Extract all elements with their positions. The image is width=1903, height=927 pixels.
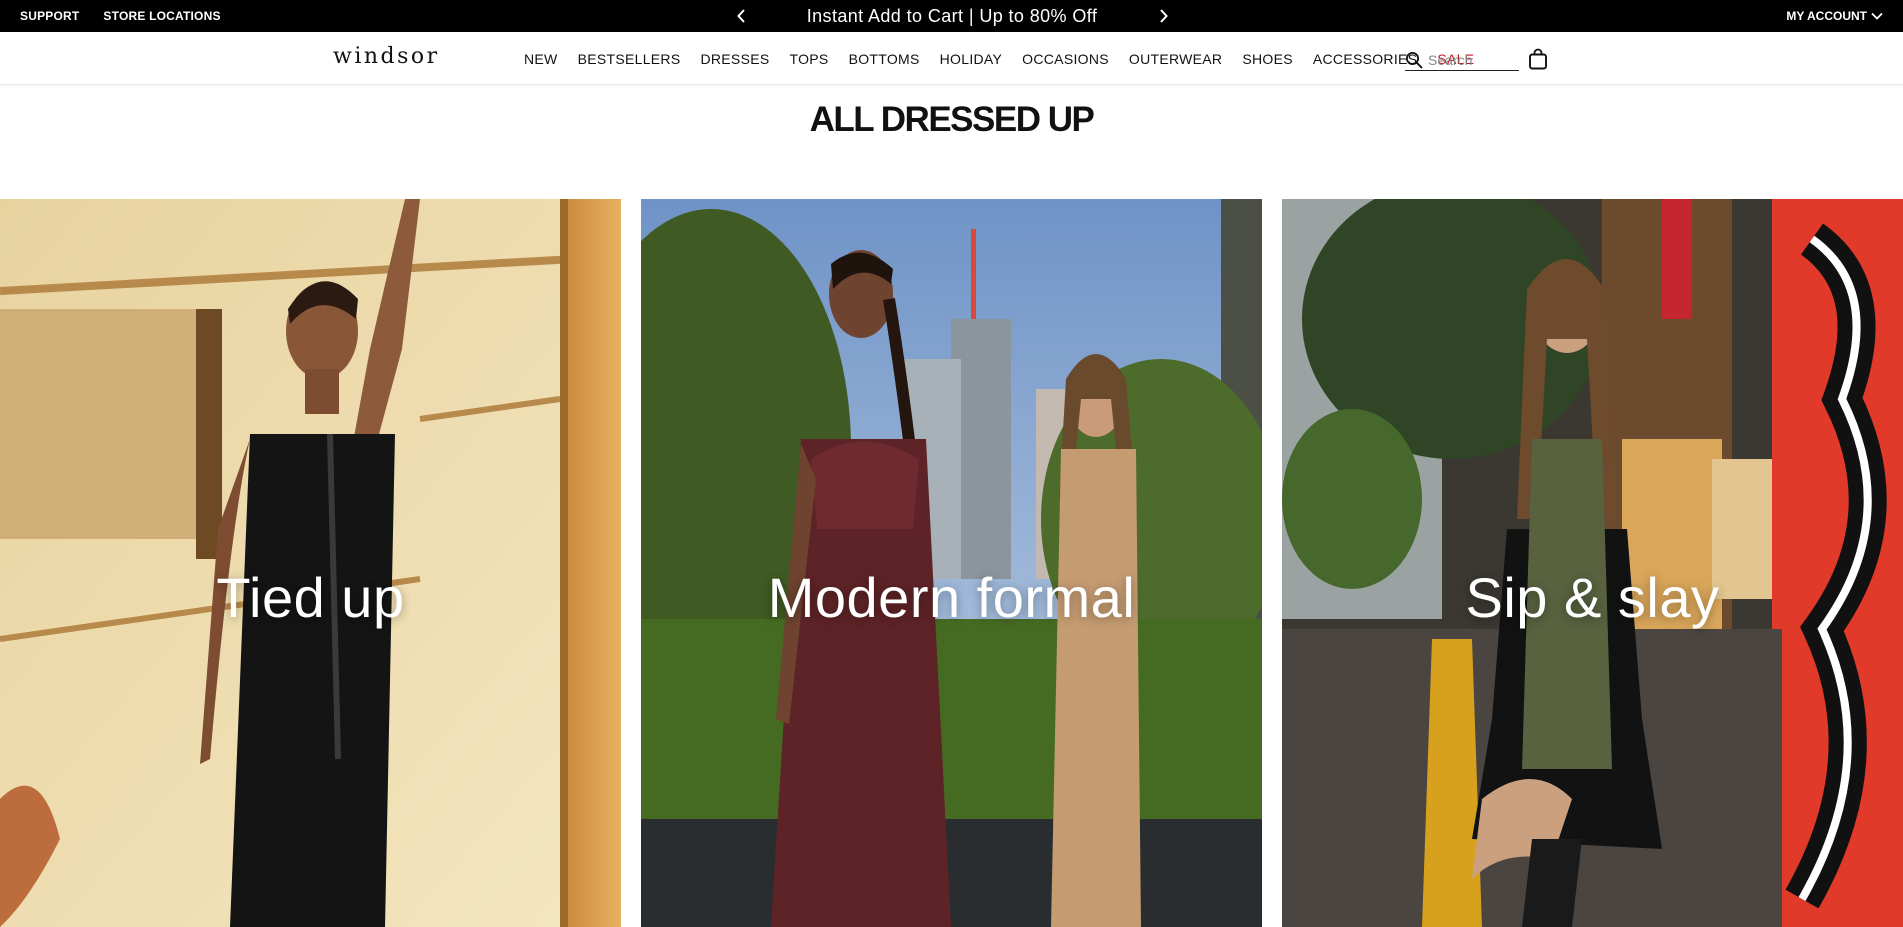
nav-item-new[interactable]: NEW <box>524 51 558 67</box>
promo-message[interactable]: Instant Add to Cart | Up to 80% Off <box>807 6 1098 27</box>
chevron-left-icon <box>736 9 745 23</box>
search-icon[interactable] <box>1405 51 1423 69</box>
nav-item-shoes[interactable]: SHOES <box>1242 51 1293 67</box>
nav-item-outerwear[interactable]: OUTERWEAR <box>1129 51 1222 67</box>
promo-left-links: SUPPORT STORE LOCATIONS <box>20 0 221 32</box>
chevron-right-icon <box>1159 9 1168 23</box>
category-card-sip-and-slay[interactable]: Sip & slay <box>1282 199 1903 927</box>
search-input[interactable] <box>1428 51 1516 68</box>
main-nav: windsor NEW BESTSELLERS DRESSES TOPS BOT… <box>0 32 1903 85</box>
nav-item-tops[interactable]: TOPS <box>789 51 828 67</box>
promo-prev-button[interactable] <box>727 0 755 32</box>
promo-next-button[interactable] <box>1149 0 1177 32</box>
nav-item-dresses[interactable]: DRESSES <box>700 51 769 67</box>
card-title-sip-and-slay: Sip & slay <box>1465 566 1720 629</box>
windsor-logo[interactable]: windsor <box>333 44 440 69</box>
nav-item-occasions[interactable]: OCCASIONS <box>1022 51 1109 67</box>
category-card-modern-formal[interactable]: Modern formal <box>641 199 1262 927</box>
category-card-tied-up[interactable]: Tied up <box>0 199 621 927</box>
section-title: ALL DRESSED UP <box>809 100 1095 139</box>
support-link[interactable]: SUPPORT <box>20 9 79 23</box>
chevron-down-icon <box>1871 12 1883 20</box>
nav-item-accessories[interactable]: ACCESSORIES <box>1313 51 1417 67</box>
search-box <box>1405 49 1519 71</box>
nav-item-holiday[interactable]: HOLIDAY <box>940 51 1003 67</box>
category-nav: NEW BESTSELLERS DRESSES TOPS BOTTOMS HOL… <box>524 32 1474 85</box>
nav-item-bestsellers[interactable]: BESTSELLERS <box>578 51 681 67</box>
my-account-label: MY ACCOUNT <box>1786 9 1867 23</box>
nav-item-bottoms[interactable]: BOTTOMS <box>849 51 920 67</box>
modern-formal-photo <box>641 199 1262 927</box>
sip-and-slay-photo <box>1282 199 1903 927</box>
card-title-modern-formal: Modern formal <box>767 566 1136 629</box>
tied-up-photo <box>0 199 621 927</box>
store-locations-link[interactable]: STORE LOCATIONS <box>103 9 220 23</box>
promo-bar: SUPPORT STORE LOCATIONS Instant Add to C… <box>0 0 1903 32</box>
shopping-bag-icon[interactable] <box>1528 48 1548 70</box>
card-title-tied-up: Tied up <box>216 566 405 629</box>
my-account-button[interactable]: MY ACCOUNT <box>1786 0 1883 32</box>
promo-carousel: Instant Add to Cart | Up to 80% Off <box>727 0 1177 32</box>
